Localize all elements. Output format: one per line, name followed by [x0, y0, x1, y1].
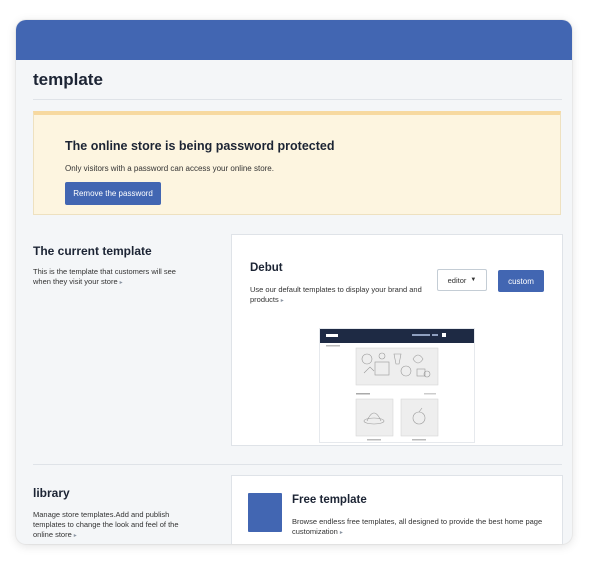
caret-down-icon: ▼	[470, 277, 477, 283]
editor-dropdown[interactable]: editor ▼	[437, 269, 487, 291]
theme-description-text: Use our default templates to display you…	[250, 285, 422, 304]
editor-label: editor	[447, 275, 467, 285]
external-link-icon[interactable]: ▸	[281, 298, 284, 304]
free-template-title: Free template	[292, 494, 367, 506]
library-heading: library	[33, 486, 70, 500]
theme-preview-image	[319, 328, 475, 443]
current-template-description: This is the template that customers will…	[33, 267, 185, 288]
password-banner: The online store is being password prote…	[33, 111, 561, 215]
remove-password-button[interactable]: Remove the password	[65, 182, 161, 205]
free-template-description-text: Browse endless free templates, all desig…	[292, 517, 543, 536]
free-template-icon	[248, 493, 282, 532]
external-link-icon[interactable]: ▸	[74, 533, 77, 539]
top-bar	[16, 20, 572, 60]
page-title: template	[33, 70, 103, 89]
theme-name: Debut	[250, 262, 283, 274]
custom-button[interactable]: custom	[498, 270, 544, 292]
external-link-icon[interactable]: ▸	[340, 530, 343, 536]
section-divider	[33, 464, 562, 465]
library-description: Manage store templates.Add and publish t…	[33, 510, 193, 541]
app-window: template The online store is being passw…	[16, 20, 572, 544]
current-template-heading: The current template	[33, 244, 152, 258]
banner-text: Only visitors with a password can access…	[65, 164, 274, 173]
free-template-card[interactable]: Free template Browse endless free templa…	[231, 475, 563, 544]
theme-preview-illustration	[320, 329, 474, 441]
banner-title: The online store is being password prote…	[65, 139, 335, 153]
library-description-text: Manage store templates.Add and publish t…	[33, 510, 179, 539]
external-link-icon[interactable]: ▸	[120, 280, 123, 286]
free-template-description: Browse endless free templates, all desig…	[292, 517, 556, 538]
current-template-description-text: This is the template that customers will…	[33, 267, 176, 286]
theme-description: Use our default templates to display you…	[250, 285, 430, 306]
current-template-card: Debut Use our default templates to displ…	[231, 234, 563, 446]
title-divider	[33, 99, 562, 100]
